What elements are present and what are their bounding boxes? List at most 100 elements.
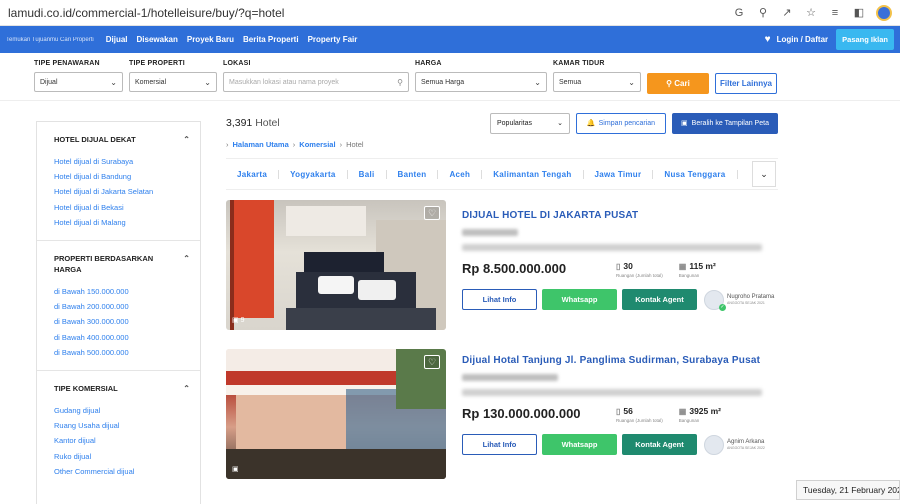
chevron-down-icon: ⌄ [204,77,211,87]
lihat-info-button[interactable]: Lihat Info [462,434,537,455]
lihat-info-button[interactable]: Lihat Info [462,289,537,310]
tipe-properti-select[interactable]: Komersial ⌄ [129,72,217,92]
kontak-agent-button[interactable]: Kontak Agent [622,289,697,310]
pasang-iklan-button[interactable]: Pasang Iklan [836,29,894,50]
kontak-agent-button[interactable]: Kontak Agent [622,434,697,455]
share-icon[interactable]: ↗ [780,6,794,20]
sidebar-link[interactable]: Hotel dijual di Jakarta Selatan [54,184,200,199]
listing-actions: Lihat Info Whatsapp Kontak Agent Agnim A… [462,434,778,455]
listing-actions: Lihat Info Whatsapp Kontak Agent ✓ Nugro… [462,289,778,311]
sidebar-link[interactable]: Hotel dijual di Bandung [54,169,200,184]
filter-kamar-tidur: KAMAR TIDUR Semua ⌄ [553,60,641,92]
login-link[interactable]: Login / Daftar [777,35,829,44]
loc-tab-kalimantan-tengah[interactable]: Kalimantan Tengah [482,169,584,179]
loc-tab-yogyakarta[interactable]: Yogyakarta [279,169,348,179]
verified-icon: ✓ [719,303,726,311]
kamar-tidur-select[interactable]: Semua ⌄ [553,72,641,92]
loc-tab-nusa-tenggara[interactable]: Nusa Tenggara [653,169,738,179]
listing-photo[interactable]: ♡ ▣ 9 [226,200,446,330]
results-count: 3,391 Hotel [226,117,280,129]
loc-tab-bali[interactable]: Bali [348,169,387,179]
sidebar-link[interactable]: Gudang dijual [54,403,200,418]
chevron-right-icon: › [339,140,343,149]
chevron-up-icon: ⌃ [183,254,190,264]
search-icon: ⚲ [666,79,675,88]
whatsapp-button[interactable]: Whatsapp [542,434,617,455]
sidebar-link[interactable]: Hotel dijual di Malang [54,215,200,230]
map-view-button[interactable]: ▣ Beralih ke Tampilan Peta [672,112,778,134]
breadcrumb-home[interactable]: Halaman Utama [233,140,289,149]
url-field[interactable]: lamudi.co.id/commercial-1/hotelleisure/b… [8,6,732,20]
nav-proyek-baru[interactable]: Proyek Baru [187,35,234,44]
chevron-right-icon: › [226,140,229,149]
listing-info: Dijual Hotal Tanjung Jl. Panglima Sudirm… [446,349,778,481]
sort-select[interactable]: Popularitas ⌄ [490,112,570,134]
zoom-icon[interactable]: ⚲ [756,6,770,20]
sidebar-link[interactable]: di Bawah 500.000.000 [54,345,200,360]
sidebar-link[interactable]: di Bawah 400.000.000 [54,330,200,345]
agent-info[interactable]: ✓ Nugroho Pratama ANGGOTA SEJAK 2021 [704,289,774,311]
price-row: Rp 8.500.000.000 ▯ 30 Ruangan (Jumlah tot… [462,261,778,278]
chevron-down-icon: ⌄ [534,77,541,87]
agent-info[interactable]: Agnim Arkana ANGGOTA SEJAK 2022 [704,434,765,455]
loc-tab-aceh[interactable]: Aceh [438,169,483,179]
heart-icon[interactable]: ♡ [424,206,440,220]
nav-berita-properti[interactable]: Berita Properti [243,35,299,44]
sidebar-section-hotel-dekat: HOTEL DIJUAL DEKAT ⌃ Hotel dijual di Sura… [37,122,200,242]
listing-card[interactable]: ♡ ▣ 9 DIJUAL HOTEL DI JAKARTA PUSAT Rp 8.… [226,200,778,332]
filter-tipe-properti: TIPE PROPERTI Komersial ⌄ [129,60,217,92]
reading-list-icon[interactable]: ≡ [828,6,842,20]
listing-title[interactable]: DIJUAL HOTEL DI JAKARTA PUSAT [462,210,778,221]
door-icon: ▯ [616,406,621,416]
google-icon[interactable]: G [732,6,746,20]
chevron-up-icon: ⌃ [183,135,190,144]
harga-select[interactable]: Semua Harga ⌄ [415,72,547,92]
sidebar-link[interactable]: Other Commercial dijual [54,464,200,479]
sidebar-link[interactable]: Hotel dijual di Bekasi [54,200,200,215]
sidebar-link[interactable]: Ruang Usaha dijual [54,418,200,433]
camera-icon: ▣ [232,466,239,473]
listing-title[interactable]: Dijual Hotal Tanjung Jl. Panglima Sudirm… [462,355,778,366]
star-icon[interactable]: ☆ [804,6,818,20]
loc-tab-jawa-timur[interactable]: Jawa Timur [584,169,654,179]
simpan-pencarian-button[interactable]: 🔔 Simpan pencarian [576,112,666,134]
sidebar-link[interactable]: di Bawah 150.000.000 [54,284,200,299]
hotel-exterior-photo [226,349,446,479]
whatsapp-button[interactable]: Whatsapp [542,289,617,310]
sidebar-link[interactable]: di Bawah 300.000.000 [54,314,200,329]
site-top-nav: Temukan Tujuanmu Cari Properti Dijual Di… [0,26,900,53]
nav-property-fair[interactable]: Property Fair [308,35,358,44]
listing-card[interactable]: ♡ ▣ Dijual Hotal Tanjung Jl. Panglima Su… [226,349,778,481]
heart-icon[interactable]: ♥ [765,34,771,45]
sidebar-link[interactable]: Ruko dijual [54,449,200,464]
listing-price: Rp 8.500.000.000 [462,261,567,276]
area-icon: ▦ [678,261,687,271]
chevron-down-icon: ⌄ [760,168,768,179]
listing-photo[interactable]: ♡ ▣ [226,349,446,479]
sidebar-link[interactable]: Kantor dijual [54,433,200,448]
hotel-room-photo [230,200,446,330]
sidebar: HOTEL DIJUAL DEKAT ⌃ Hotel dijual di Sura… [36,121,201,504]
filter-tipe-penawaran: TIPE PENAWARAN Dijual ⌄ [34,60,123,92]
more-locations-button[interactable]: ⌄ [752,161,776,187]
blurred-location [462,374,558,381]
tipe-penawaran-select[interactable]: Dijual ⌄ [34,72,123,92]
loc-tab-jakarta[interactable]: Jakarta [226,169,280,179]
bell-icon: 🔔 [586,120,596,127]
heart-icon[interactable]: ♡ [424,355,440,369]
cari-button[interactable]: ⚲ Cari [647,73,709,94]
chevron-down-icon: ⌄ [628,77,635,87]
sidebar-link[interactable]: di Bawah 200.000.000 [54,299,200,314]
filter-harga: HARGA Semua Harga ⌄ [415,60,547,92]
chevron-up-icon: ⌃ [183,384,190,394]
profile-icon[interactable] [876,4,892,21]
nav-disewakan[interactable]: Disewakan [137,35,178,44]
browser-icons: G ⚲ ↗ ☆ ≡ ◧ [732,4,892,21]
breadcrumb-komersial[interactable]: Komersial [299,140,335,149]
filter-lainnya-button[interactable]: Filter Lainnya [715,73,777,94]
sidebar-link[interactable]: Hotel dijual di Surabaya [54,154,200,169]
lokasi-input[interactable]: Masukkan lokasi atau nama proyek ⚲ [223,72,409,92]
nav-dijual[interactable]: Dijual [106,35,128,44]
loc-tab-banten[interactable]: Banten [387,169,439,179]
sidebar-icon[interactable]: ◧ [852,6,866,20]
